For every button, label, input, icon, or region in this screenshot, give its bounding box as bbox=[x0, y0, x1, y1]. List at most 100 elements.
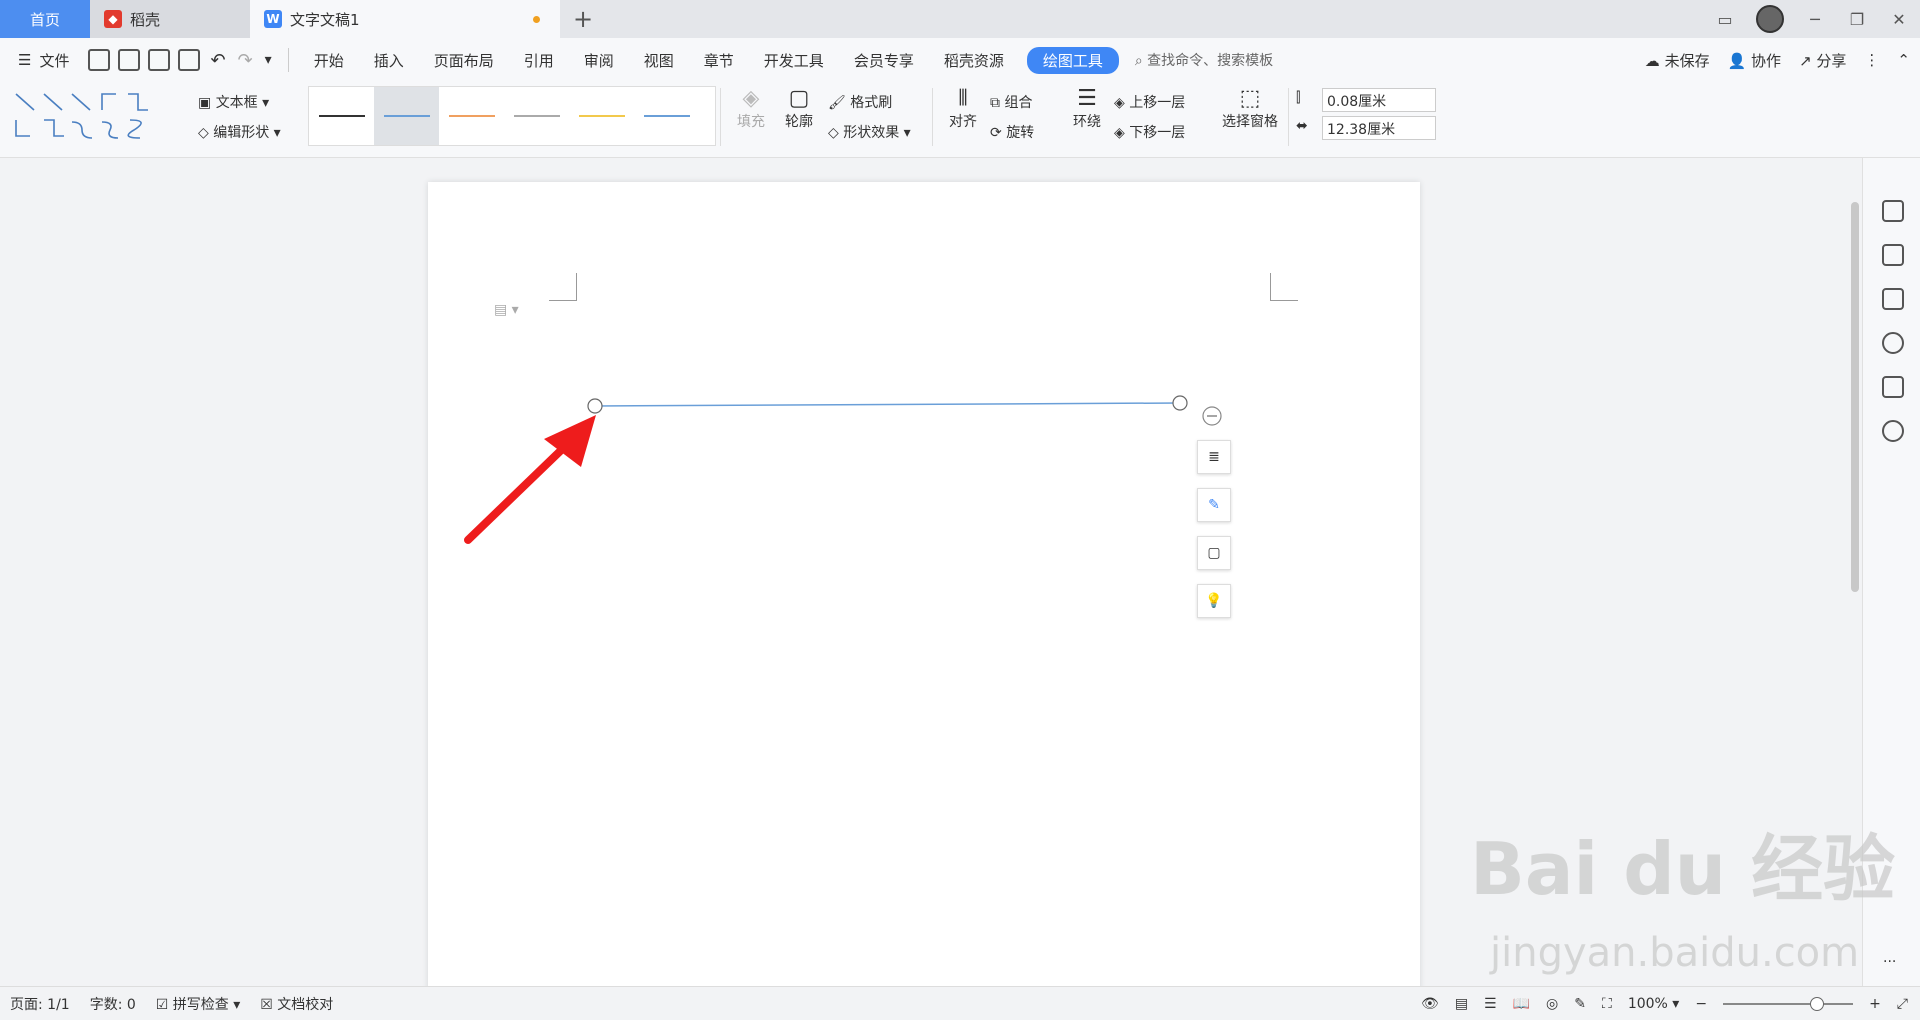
line-start-handle[interactable] bbox=[587, 398, 603, 414]
edit-shape-button[interactable]: ◇ 编辑形状 ▾ bbox=[198, 122, 281, 142]
export-pdf-icon[interactable] bbox=[118, 49, 141, 71]
line-style-swatch[interactable] bbox=[439, 87, 504, 145]
doc-proofread-button[interactable]: ☒ 文档校对 bbox=[250, 994, 343, 1014]
textbox-button[interactable]: ▣ 文本框 ▾ bbox=[198, 92, 269, 112]
fullscreen-icon[interactable]: ⤢ bbox=[1897, 996, 1908, 1012]
shape-effect-button[interactable]: ◇ 形状效果 ▾ bbox=[828, 122, 911, 142]
fit-page-icon[interactable]: ⛶ bbox=[1602, 996, 1612, 1012]
cloud-icon: ☁ bbox=[1644, 51, 1665, 70]
shape-style-button[interactable]: ✎ bbox=[1197, 488, 1231, 522]
page-view-icon[interactable]: ▤ bbox=[1455, 996, 1468, 1012]
edit-shape-label: 编辑形状 bbox=[213, 125, 270, 141]
word-count[interactable]: 字数: 0 bbox=[80, 994, 146, 1014]
eye-icon[interactable]: 👁 bbox=[1421, 996, 1439, 1012]
menu-item-insert[interactable]: 插入 bbox=[359, 50, 419, 71]
help-icon[interactable] bbox=[1882, 332, 1904, 354]
collab-button[interactable]: 👤 协作 bbox=[1728, 50, 1781, 71]
read-view-icon[interactable]: 📖 bbox=[1513, 996, 1530, 1012]
group-button[interactable]: ⧉ 组合 bbox=[990, 92, 1032, 112]
edit-pen-icon[interactable] bbox=[1882, 200, 1904, 222]
collab-label: 协作 bbox=[1751, 51, 1782, 70]
menu-item-review[interactable]: 审阅 bbox=[569, 50, 629, 71]
outline-button[interactable]: ▢ 轮廓 bbox=[774, 86, 824, 150]
menu-item-daoke-resources[interactable]: 稻壳资源 bbox=[929, 50, 1019, 71]
layers-up-icon: ◈ bbox=[1114, 95, 1130, 111]
zoom-level[interactable]: 100% ▾ bbox=[1628, 996, 1680, 1012]
restore-button[interactable]: ❐ bbox=[1836, 10, 1878, 29]
close-button[interactable]: ✕ bbox=[1878, 10, 1920, 29]
width-icon: ⬌ bbox=[1296, 118, 1308, 134]
send-backward-button[interactable]: ◈ 下移一层 bbox=[1114, 122, 1185, 142]
shape-outline-button[interactable]: ▢ bbox=[1197, 536, 1231, 570]
menu-item-developer[interactable]: 开发工具 bbox=[749, 50, 839, 71]
tab-list-icon[interactable]: ▭ bbox=[1704, 10, 1746, 29]
image-tools-icon[interactable] bbox=[1882, 376, 1904, 398]
avatar[interactable] bbox=[1756, 5, 1784, 33]
line-shapes-gallery[interactable] bbox=[10, 86, 180, 150]
minimize-button[interactable]: ─ bbox=[1794, 10, 1836, 29]
line-style-gallery[interactable] bbox=[308, 86, 716, 146]
drawn-line-shape[interactable] bbox=[428, 182, 1420, 582]
write-view-icon[interactable]: ✎ bbox=[1574, 996, 1586, 1012]
line-end-handle[interactable] bbox=[1172, 395, 1188, 411]
more-icon[interactable]: ⋮ bbox=[1864, 51, 1879, 69]
line-style-swatch[interactable] bbox=[569, 87, 634, 145]
wrap-button[interactable]: ☰ 环绕 bbox=[1064, 86, 1110, 150]
shape-gallery[interactable] bbox=[10, 86, 180, 150]
zoom-slider-knob[interactable] bbox=[1810, 997, 1825, 1011]
format-painter-button[interactable]: 🖌 格式刷 bbox=[828, 92, 892, 112]
menu-item-page-layout[interactable]: 页面布局 bbox=[419, 50, 509, 71]
search-command[interactable]: ⌕ 查找命令、搜索模板 bbox=[1135, 50, 1273, 70]
zoom-slider[interactable] bbox=[1723, 997, 1854, 1011]
watermark-logo: Bai du 经验 bbox=[1470, 810, 1895, 915]
customize-chevron-icon[interactable]: ▾ bbox=[265, 52, 272, 68]
menu-item-references[interactable]: 引用 bbox=[509, 50, 569, 71]
line-style-swatch[interactable] bbox=[309, 87, 374, 145]
align-button[interactable]: ⫴ 对齐 bbox=[940, 86, 986, 150]
properties-icon[interactable] bbox=[1882, 288, 1904, 310]
scrollbar-thumb[interactable] bbox=[1851, 202, 1859, 592]
undo-icon[interactable]: ↶ bbox=[210, 50, 225, 71]
select-cursor-icon[interactable] bbox=[1882, 244, 1904, 266]
zoom-out-button[interactable]: − bbox=[1695, 996, 1707, 1012]
outline-view-icon[interactable]: ☰ bbox=[1484, 996, 1497, 1012]
redo-icon[interactable]: ↷ bbox=[238, 50, 253, 71]
line-style-swatch[interactable] bbox=[634, 87, 699, 145]
menu-item-start[interactable]: 开始 bbox=[299, 50, 359, 71]
menu-item-drawing-tools[interactable]: 绘图工具 bbox=[1026, 46, 1119, 74]
web-view-icon[interactable]: ◎ bbox=[1546, 996, 1558, 1012]
more-icon[interactable]: ··· bbox=[1883, 954, 1896, 970]
rotate-button[interactable]: ⟳ 旋转 bbox=[990, 122, 1034, 142]
divider bbox=[932, 88, 933, 146]
menu-item-chapter[interactable]: 章节 bbox=[689, 50, 749, 71]
line-style-swatch[interactable] bbox=[504, 87, 569, 145]
daoke-icon: ◆ bbox=[104, 10, 122, 28]
menu-item-view[interactable]: 视图 bbox=[629, 50, 689, 71]
fill-button[interactable]: ◈ 填充 bbox=[726, 86, 776, 150]
unsaved-button[interactable]: ☁ 未保存 bbox=[1645, 50, 1710, 71]
spell-check-button[interactable]: ☑ 拼写检查 ▾ bbox=[146, 994, 251, 1014]
collapse-ribbon-icon[interactable]: ⌃ bbox=[1897, 51, 1910, 69]
zoom-in-button[interactable]: + bbox=[1869, 996, 1881, 1012]
share-button[interactable]: ↗ 分享 bbox=[1799, 50, 1846, 71]
lightning-icon[interactable] bbox=[1882, 420, 1904, 442]
tab-daoke[interactable]: ◆ 稻壳 bbox=[90, 0, 250, 38]
print-preview-icon[interactable] bbox=[178, 49, 201, 71]
selection-pane-button[interactable]: ⬚ 选择窗格 bbox=[1218, 86, 1282, 150]
print-icon[interactable] bbox=[148, 49, 171, 71]
line-style-swatch-selected[interactable] bbox=[374, 87, 439, 145]
bring-forward-button[interactable]: ◈ 上移一层 bbox=[1114, 92, 1185, 112]
menu-item-member[interactable]: 会员专享 bbox=[839, 50, 929, 71]
file-menu[interactable]: ☰ 文件 bbox=[0, 50, 84, 71]
tab-home[interactable]: 首页 bbox=[0, 0, 90, 38]
layout-options-button[interactable]: ≣ bbox=[1197, 440, 1231, 474]
shape-width-input[interactable]: 12.38厘米 bbox=[1322, 116, 1436, 140]
page-count[interactable]: 页面: 1/1 bbox=[0, 994, 80, 1014]
add-tab-button[interactable]: + bbox=[560, 0, 606, 38]
save-icon[interactable] bbox=[88, 49, 111, 71]
document-page[interactable]: ▤ ▾ ≣ ✎ ▢ 💡 bbox=[428, 182, 1420, 1002]
tab-document[interactable]: W 文字文稿1 bbox=[250, 0, 560, 38]
smart-tips-button[interactable]: 💡 bbox=[1197, 584, 1231, 618]
watermark-url-text: jingyan.baidu.com bbox=[1490, 930, 1860, 976]
shape-height-input[interactable]: 0.08厘米 bbox=[1322, 88, 1436, 112]
